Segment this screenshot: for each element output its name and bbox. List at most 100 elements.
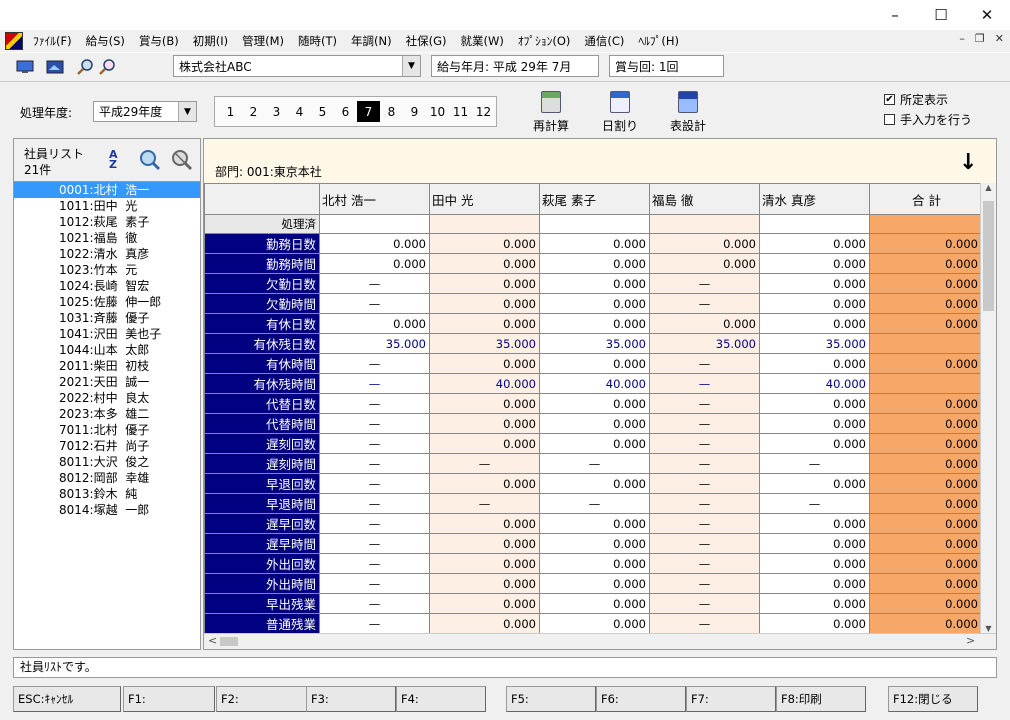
month-8-button[interactable]: 8: [380, 101, 403, 122]
grid-cell[interactable]: 0.000: [319, 233, 430, 254]
employee-list-item[interactable]: 1031:斉藤 優子: [14, 310, 200, 326]
processed-cell[interactable]: [539, 214, 650, 234]
month-12-button[interactable]: 12: [472, 101, 495, 122]
grid-cell[interactable]: 0.000: [539, 313, 650, 334]
grid-cell[interactable]: 0.000: [869, 393, 982, 414]
fkey-button-7[interactable]: F7:: [686, 686, 776, 712]
grid-cell[interactable]: 0.000: [429, 313, 540, 334]
grid-cell[interactable]: 0.000: [429, 293, 540, 314]
arrow-down-icon[interactable]: ↓: [959, 150, 977, 175]
zoom-out-icon[interactable]: [96, 57, 118, 77]
grid-cell[interactable]: 0.000: [869, 293, 982, 314]
zoom-in-icon[interactable]: [74, 57, 96, 77]
menu-salary[interactable]: 給与(S): [86, 33, 125, 49]
grid-cell[interactable]: 0.000: [429, 433, 540, 454]
grid-cell[interactable]: —: [319, 473, 430, 494]
fkey-button-0[interactable]: ESC:ｷｬﾝｾﾙ: [13, 686, 121, 712]
fkey-button-2[interactable]: F2:: [216, 686, 308, 712]
grid-cell[interactable]: 0.000: [869, 453, 982, 474]
grid-cell[interactable]: —: [649, 393, 760, 414]
fkey-button-1[interactable]: F1:: [123, 686, 215, 712]
grid-cell[interactable]: 0.000: [429, 273, 540, 294]
grid-cell[interactable]: —: [319, 273, 430, 294]
grid-cell[interactable]: [869, 373, 982, 394]
grid-cell[interactable]: 0.000: [869, 313, 982, 334]
employee-list-item[interactable]: 1041:沢田 美也子: [14, 326, 200, 342]
employee-list-item[interactable]: 2023:本多 雄二: [14, 406, 200, 422]
employee-list-item[interactable]: 7011:北村 優子: [14, 422, 200, 438]
grid-cell[interactable]: 0.000: [429, 253, 540, 274]
grid-cell[interactable]: 0.000: [539, 433, 650, 454]
grid-cell[interactable]: 0.000: [429, 473, 540, 494]
mdi-close-button[interactable]: ✕: [995, 32, 1004, 45]
fkey-button-6[interactable]: F6:: [596, 686, 686, 712]
grid-cell[interactable]: 35.000: [319, 333, 430, 354]
grid-cell[interactable]: —: [319, 513, 430, 534]
month-3-button[interactable]: 3: [265, 101, 288, 122]
grid-cell[interactable]: —: [319, 373, 430, 394]
menu-help[interactable]: ﾍﾙﾌﾟ(H): [638, 33, 679, 49]
search-icon[interactable]: [139, 149, 161, 174]
grid-cell[interactable]: 0.000: [869, 493, 982, 514]
scroll-left-icon[interactable]: <: [208, 634, 217, 647]
grid-cell[interactable]: 0.000: [539, 253, 650, 274]
chevron-down-icon[interactable]: ▼: [402, 56, 420, 76]
mdi-restore-button[interactable]: ❐: [975, 32, 985, 45]
menu-file[interactable]: ﾌｧｲﾙ(F): [33, 33, 72, 49]
grid-cell[interactable]: 40.000: [759, 373, 870, 394]
grid-cell[interactable]: —: [649, 533, 760, 554]
grid-cell[interactable]: 0.000: [539, 233, 650, 254]
grid-cell[interactable]: 0.000: [539, 613, 650, 634]
grid-cell[interactable]: —: [319, 573, 430, 594]
month-4-button[interactable]: 4: [288, 101, 311, 122]
maximize-button[interactable]: ☐: [918, 0, 964, 30]
grid-cell[interactable]: 0.000: [759, 533, 870, 554]
menu-work[interactable]: 就業(W): [461, 33, 504, 49]
grid-cell[interactable]: 0.000: [869, 473, 982, 494]
screen-icon[interactable]: [44, 57, 66, 77]
grid-cell[interactable]: —: [649, 593, 760, 614]
horizontal-scrollbar[interactable]: < >: [204, 633, 996, 649]
employee-list-item[interactable]: 1044:山本 太郎: [14, 342, 200, 358]
grid-cell[interactable]: [869, 333, 982, 354]
grid-cell[interactable]: 0.000: [759, 413, 870, 434]
grid-cell[interactable]: 0.000: [759, 253, 870, 274]
month-5-button[interactable]: 5: [311, 101, 334, 122]
sort-az-icon[interactable]: AZ: [109, 149, 118, 170]
menu-manage[interactable]: 管理(M): [242, 33, 284, 49]
grid-cell[interactable]: —: [539, 453, 650, 474]
grid-cell[interactable]: 0.000: [429, 593, 540, 614]
grid-cell[interactable]: 0.000: [869, 533, 982, 554]
menu-social-insurance[interactable]: 社保(G): [406, 33, 447, 49]
scroll-down-icon[interactable]: ▼: [981, 624, 996, 633]
grid-cell[interactable]: 0.000: [539, 413, 650, 434]
recalc-button[interactable]: 再計算: [521, 90, 581, 134]
grid-cell[interactable]: 0.000: [429, 353, 540, 374]
employee-column-header[interactable]: 北村 浩一: [319, 183, 430, 215]
employee-column-header[interactable]: 福島 徹: [649, 183, 760, 215]
grid-cell[interactable]: 0.000: [759, 393, 870, 414]
processed-cell[interactable]: [319, 214, 430, 234]
mdi-minimize-button[interactable]: –: [959, 32, 965, 45]
month-11-button[interactable]: 11: [449, 101, 472, 122]
grid-cell[interactable]: 0.000: [759, 473, 870, 494]
grid-cell[interactable]: 0.000: [319, 313, 430, 334]
processed-cell[interactable]: [759, 214, 870, 234]
grid-cell[interactable]: —: [319, 493, 430, 514]
scroll-up-icon[interactable]: ▲: [981, 183, 996, 192]
employee-list-item[interactable]: 8013:鈴木 純: [14, 486, 200, 502]
app-icon[interactable]: [5, 31, 23, 50]
company-select[interactable]: 株式会社ABC ▼: [173, 55, 421, 77]
fkey-button-8[interactable]: F8:印刷: [776, 686, 866, 712]
grid-cell[interactable]: 35.000: [759, 333, 870, 354]
fkey-button-4[interactable]: F4:: [396, 686, 486, 712]
grid-cell[interactable]: —: [319, 453, 430, 474]
grid-cell[interactable]: 0.000: [869, 553, 982, 574]
grid-cell[interactable]: 40.000: [539, 373, 650, 394]
employee-list-item[interactable]: 1025:佐藤 伸一郎: [14, 294, 200, 310]
grid-cell[interactable]: —: [649, 433, 760, 454]
employee-list-item[interactable]: 8014:塚越 一郎: [14, 502, 200, 518]
fiscal-year-select[interactable]: 平成29年度 ▼: [93, 101, 197, 122]
processed-cell[interactable]: [869, 214, 982, 234]
grid-cell[interactable]: —: [759, 453, 870, 474]
